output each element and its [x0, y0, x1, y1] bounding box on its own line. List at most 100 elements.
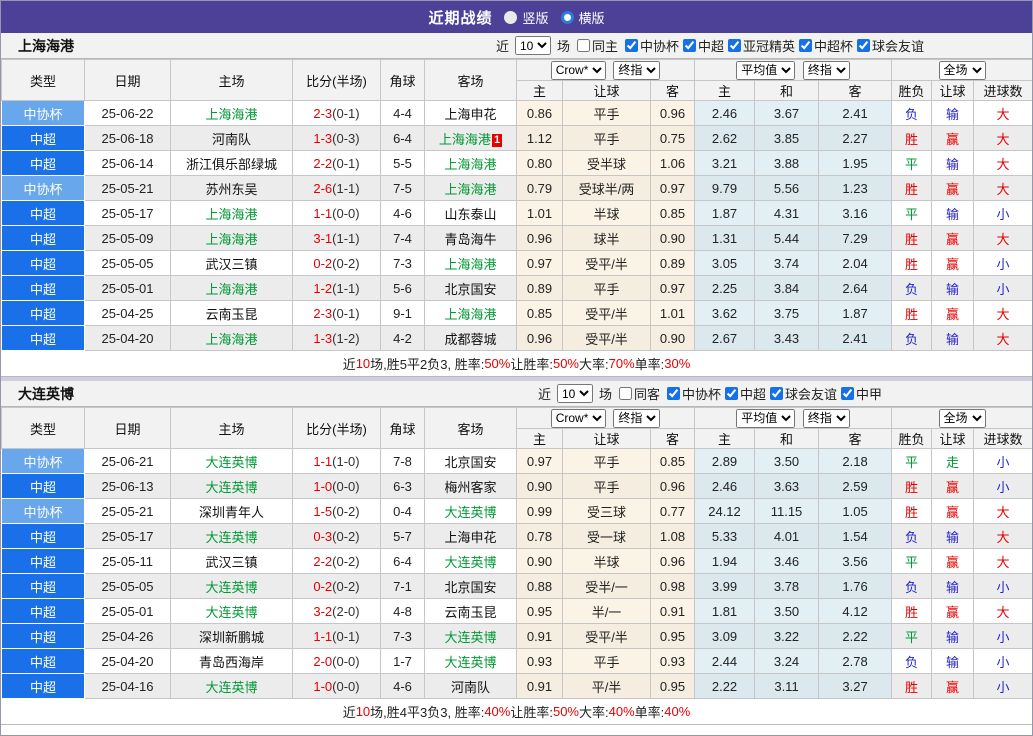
away-team[interactable]: 北京国安 [444, 580, 496, 595]
competition-filter[interactable]: 中协杯 [621, 36, 679, 55]
away-team[interactable]: 上海申花 [444, 107, 496, 122]
full-time-score: 1-0 [313, 478, 333, 494]
away-team[interactable]: 上海申花 [444, 530, 496, 545]
competition-filters: 中协杯 中超 球会友谊 中甲 [663, 384, 882, 403]
home-team[interactable]: 大连英博 [205, 680, 257, 695]
same-side-filter[interactable]: 同主 [573, 36, 618, 55]
home-team[interactable]: 大连英博 [205, 605, 257, 620]
competition-filter[interactable]: 球会友谊 [853, 36, 924, 55]
competition-cell: 中超 [1, 523, 85, 549]
competition-checkbox[interactable] [624, 39, 638, 52]
full-time-score: 1-1 [313, 205, 333, 221]
avg-draw-odds: 3.84 [754, 275, 820, 301]
competition-filter[interactable]: 中协杯 [663, 384, 721, 403]
handicap-away-odds: 0.90 [649, 225, 696, 251]
competition-checkbox[interactable] [725, 387, 738, 400]
home-team[interactable]: 上海海港 [205, 107, 257, 122]
bookmaker-select[interactable]: Crow* [550, 408, 606, 428]
away-team[interactable]: 北京国安 [444, 455, 496, 470]
home-team[interactable]: 上海海港 [205, 207, 257, 222]
same-side-checkbox[interactable] [618, 387, 632, 400]
home-team[interactable]: 上海海港 [205, 232, 257, 247]
competition-checkbox[interactable] [683, 39, 696, 52]
horizontal-layout-radio[interactable]: 横版 [560, 8, 605, 27]
home-team[interactable]: 苏州东吴 [205, 182, 257, 197]
handicap-away-odds: 0.85 [649, 448, 696, 474]
home-team[interactable]: 大连英博 [205, 480, 257, 495]
average-select[interactable]: 平均值 [736, 60, 796, 80]
same-side-checkbox[interactable] [576, 39, 590, 52]
corners-cell: 6-4 [380, 125, 425, 151]
home-team[interactable]: 武汉三镇 [205, 555, 257, 570]
handicap-final-select[interactable]: 终指 [613, 60, 661, 80]
competition-filter[interactable]: 中超 [721, 384, 766, 403]
summary-segment: 10 [355, 356, 371, 371]
handicap-line: 受球半/两 [562, 175, 651, 201]
full-match-select[interactable]: 全场 [938, 408, 986, 428]
vertical-layout-radio[interactable]: 竖版 [504, 8, 549, 27]
same-side-filter[interactable]: 同客 [615, 384, 660, 403]
corners-cell: 6-3 [380, 473, 425, 499]
home-team[interactable]: 大连英博 [205, 455, 257, 470]
competition-checkbox[interactable] [857, 39, 871, 52]
full-match-select[interactable]: 全场 [938, 60, 986, 80]
home-team[interactable]: 深圳青年人 [199, 505, 264, 520]
score-cell: 2-0(0-0) [292, 648, 381, 674]
away-team[interactable]: 上海海港 [439, 132, 491, 147]
competition-filter[interactable]: 亚冠精英 [724, 36, 795, 55]
home-team[interactable]: 云南玉昆 [205, 307, 257, 322]
away-team[interactable]: 山东泰山 [444, 207, 496, 222]
average-final-select[interactable]: 终指 [802, 408, 850, 428]
bookmaker-select[interactable]: Crow* [550, 60, 606, 80]
competition-checkbox[interactable] [770, 387, 784, 400]
away-team[interactable]: 大连英博 [444, 505, 496, 520]
result-goals: 小 [973, 200, 1032, 226]
away-team[interactable]: 大连英博 [444, 630, 496, 645]
handicap-final-select[interactable]: 终指 [613, 408, 661, 428]
average-final-select[interactable]: 终指 [802, 60, 850, 80]
home-team[interactable]: 深圳新鹏城 [199, 630, 264, 645]
match-count-select[interactable]: 10 [556, 384, 593, 403]
competition-checkbox[interactable] [666, 387, 680, 400]
away-team[interactable]: 上海海港 [444, 157, 496, 172]
away-team[interactable]: 北京国安 [444, 282, 496, 297]
away-team[interactable]: 河南队 [451, 680, 490, 695]
competition-cell: 中超 [1, 623, 85, 649]
away-team[interactable]: 大连英博 [444, 555, 496, 570]
home-team[interactable]: 上海海港 [205, 282, 257, 297]
competition-checkbox[interactable] [728, 39, 742, 52]
home-team-cell: 大连英博 [170, 523, 293, 549]
match-count-select[interactable]: 10 [514, 36, 551, 55]
handicap-away-odds: 0.97 [649, 275, 696, 301]
away-team[interactable]: 梅州客家 [444, 480, 496, 495]
away-team[interactable]: 上海海港 [444, 182, 496, 197]
home-team[interactable]: 浙江俱乐部绿城 [186, 157, 277, 172]
away-team[interactable]: 云南玉昆 [444, 605, 496, 620]
competition-filter[interactable]: 中超 [679, 36, 724, 55]
col-header-odds-handicap: 让球 [562, 80, 651, 101]
away-team[interactable]: 大连英博 [444, 655, 496, 670]
away-team[interactable]: 上海海港 [444, 307, 496, 322]
half-time-score: (1-1) [332, 180, 360, 196]
full-time-score: 2-2 [313, 553, 333, 569]
away-team[interactable]: 成都蓉城 [444, 332, 496, 347]
summary-segment: 近 [342, 705, 356, 720]
competition-checkbox[interactable] [841, 387, 855, 400]
competition-filter[interactable]: 球会友谊 [766, 384, 837, 403]
away-team[interactable]: 上海海港 [444, 257, 496, 272]
competition-filter[interactable]: 中甲 [837, 384, 882, 403]
home-team[interactable]: 大连英博 [205, 580, 257, 595]
competition-filter[interactable]: 中超杯 [795, 36, 853, 55]
corners-cell: 5-7 [380, 523, 425, 549]
radio-unselected-icon[interactable] [504, 10, 518, 24]
away-team[interactable]: 青岛海牛 [444, 232, 496, 247]
average-select[interactable]: 平均值 [736, 408, 796, 428]
home-team[interactable]: 青岛西海岸 [199, 655, 264, 670]
radio-selected-icon[interactable] [560, 10, 574, 24]
home-team[interactable]: 河南队 [212, 132, 251, 147]
home-team[interactable]: 大连英博 [205, 530, 257, 545]
avg-away-odds: 3.16 [818, 200, 893, 226]
home-team[interactable]: 武汉三镇 [205, 257, 257, 272]
competition-checkbox[interactable] [799, 39, 813, 52]
home-team[interactable]: 上海海港 [205, 332, 257, 347]
